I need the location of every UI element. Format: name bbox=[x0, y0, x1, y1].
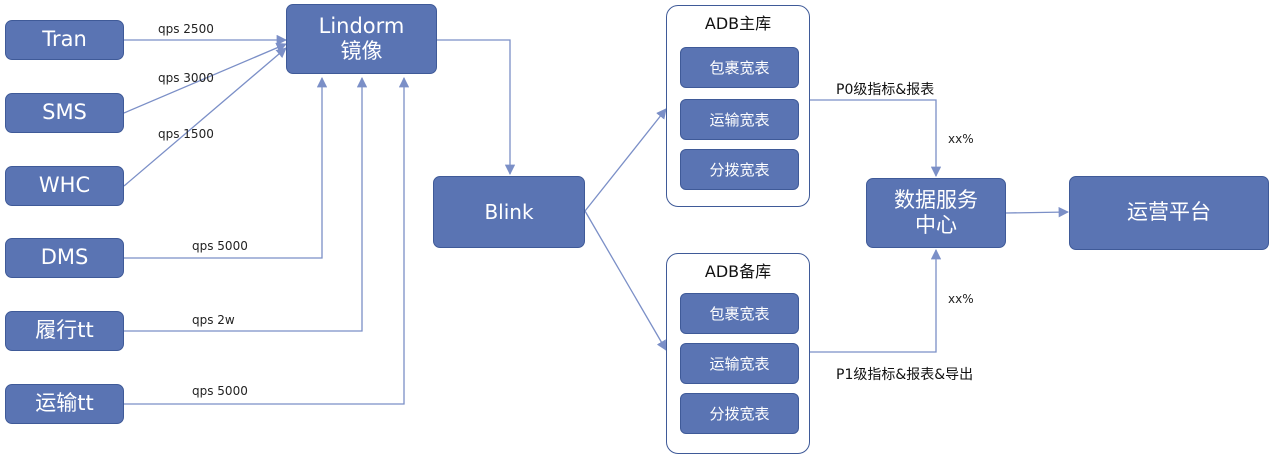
edge-label-p0: P0级指标&报表 bbox=[836, 82, 935, 98]
table-label: 包裹宽表 bbox=[709, 58, 770, 77]
edge-adb-backup-service bbox=[810, 248, 942, 353]
ops-platform-label: 运营平台 bbox=[1127, 200, 1211, 225]
lindorm-line1: Lindorm bbox=[318, 13, 405, 38]
qps-label-yunshu: qps 5000 bbox=[192, 384, 248, 398]
edge-blink-adb-backup bbox=[584, 210, 667, 351]
edge-lvxing-lindorm bbox=[124, 76, 368, 332]
edge-adb-primary-service bbox=[810, 99, 942, 178]
source-label: Tran bbox=[42, 27, 87, 52]
lindorm-mirror-node: Lindorm 镜像 bbox=[286, 4, 437, 74]
edge-blink-adb-primary bbox=[584, 108, 667, 212]
edge-service-ops bbox=[1005, 206, 1070, 218]
adb-backup-table-transport: 运输宽表 bbox=[680, 343, 799, 384]
qps-label-lvxing: qps 2w bbox=[192, 313, 235, 327]
blink-node: Blink bbox=[433, 176, 585, 248]
table-label: 包裹宽表 bbox=[709, 304, 770, 323]
adb-backup-table-sorting: 分拨宽表 bbox=[680, 393, 799, 434]
architecture-diagram: Tran SMS WHC DMS 履行tt 运输tt qps 2500 qps … bbox=[0, 0, 1274, 459]
table-label: 分拨宽表 bbox=[709, 404, 770, 423]
source-label: 运输tt bbox=[35, 391, 94, 416]
edge-lindorm-blink bbox=[437, 39, 516, 176]
source-node-tran: Tran bbox=[5, 20, 124, 60]
adb-primary-table-transport: 运输宽表 bbox=[680, 99, 799, 140]
adb-backup-title: ADB备库 bbox=[704, 262, 772, 281]
data-service-line2: 中心 bbox=[915, 213, 957, 237]
edge-label-xx-top: xx% bbox=[948, 132, 974, 146]
source-node-whc: WHC bbox=[5, 166, 124, 206]
adb-primary-title: ADB主库 bbox=[704, 14, 772, 33]
source-label: WHC bbox=[38, 173, 91, 198]
edge-label-xx-bottom: xx% bbox=[948, 292, 974, 306]
source-node-sms: SMS bbox=[5, 93, 124, 133]
data-service-center-node: 数据服务 中心 bbox=[866, 178, 1006, 248]
source-node-lvxing: 履行tt bbox=[5, 311, 124, 351]
source-label: 履行tt bbox=[35, 318, 94, 343]
blink-label: Blink bbox=[484, 200, 534, 224]
ops-platform-node: 运营平台 bbox=[1069, 176, 1269, 250]
qps-label-whc: qps 1500 bbox=[158, 127, 214, 141]
edge-whc-lindorm bbox=[123, 47, 287, 187]
lindorm-line2: 镜像 bbox=[340, 39, 383, 63]
adb-primary-table-sorting: 分拨宽表 bbox=[680, 149, 799, 190]
adb-backup-table-package: 包裹宽表 bbox=[680, 293, 799, 334]
qps-label-sms: qps 3000 bbox=[158, 71, 214, 85]
source-node-dms: DMS bbox=[5, 238, 124, 278]
adb-backup-container: ADB备库 包裹宽表 运输宽表 分拨宽表 bbox=[666, 253, 810, 454]
qps-label-dms: qps 5000 bbox=[192, 239, 248, 253]
table-label: 分拨宽表 bbox=[709, 160, 770, 179]
edge-dms-lindorm bbox=[124, 76, 328, 259]
source-node-yunshu: 运输tt bbox=[5, 384, 124, 424]
data-service-line1: 数据服务 bbox=[894, 187, 978, 212]
source-label: SMS bbox=[42, 100, 87, 125]
table-label: 运输宽表 bbox=[709, 354, 770, 373]
source-label: DMS bbox=[40, 245, 89, 270]
adb-primary-container: ADB主库 包裹宽表 运输宽表 分拨宽表 bbox=[666, 5, 810, 207]
table-label: 运输宽表 bbox=[709, 110, 770, 129]
edge-label-p1: P1级指标&报表&导出 bbox=[836, 367, 974, 383]
adb-primary-table-package: 包裹宽表 bbox=[680, 47, 799, 88]
qps-label-tran: qps 2500 bbox=[158, 22, 214, 36]
